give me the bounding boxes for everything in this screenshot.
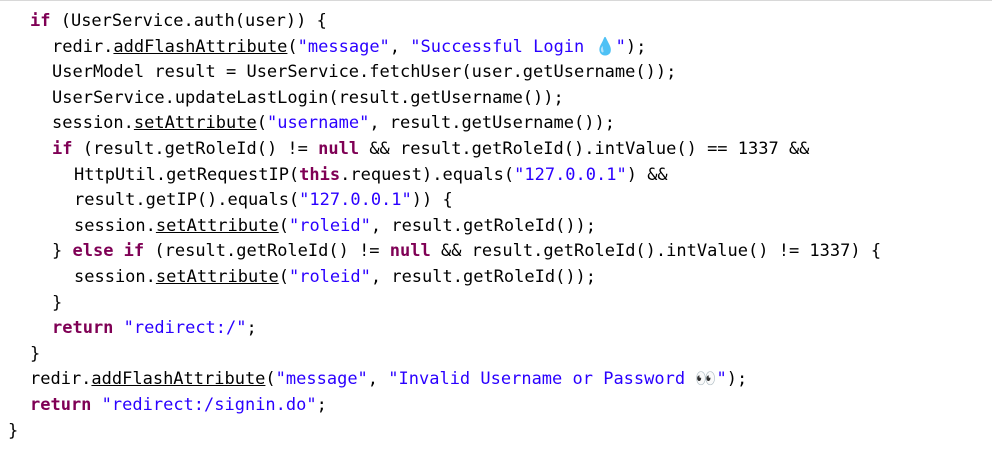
code-token: UserModel result = UserService.fetchUser… (52, 62, 677, 83)
code-token: , result.getUsername()); (369, 113, 615, 134)
code-token: ; (316, 394, 327, 415)
code-token: ( (278, 266, 289, 287)
code-line: UserService.updateLastLogin(result.getUs… (0, 86, 992, 112)
code-line: redir.addFlashAttribute("message", "Succ… (0, 35, 992, 61)
code-token: (UserService.auth(user)) { (50, 11, 327, 31)
keyword-token: null (318, 138, 360, 159)
method-token: addFlashAttribute (91, 369, 266, 390)
code-line: } (0, 291, 992, 317)
code-editor[interactable]: if (UserService.auth(user)) {redir.addFl… (0, 0, 992, 461)
keyword-token: null (389, 241, 431, 262)
string-token: "message" (275, 369, 368, 390)
method-token: setAttribute (133, 113, 257, 134)
code-token: )) { (411, 190, 453, 211)
code-token: } (52, 292, 63, 313)
string-token: "message" (297, 36, 390, 57)
string-token: "127.0.0.1" (299, 190, 412, 211)
code-line: session.setAttribute("roleid", result.ge… (0, 214, 992, 240)
code-token: } (52, 241, 73, 262)
code-line: } else if (result.getRoleId() != null &&… (0, 239, 992, 265)
keyword-token: if (52, 138, 73, 159)
code-token: ; (246, 318, 257, 339)
method-token: addFlashAttribute (113, 36, 288, 57)
code-token: (result.getRoleId() != (144, 241, 390, 262)
code-token: , result.getRoleId()); (370, 215, 597, 236)
code-token: session. (74, 215, 156, 236)
code-token: ( (287, 36, 298, 57)
string-token: "Successful Login 💧" (410, 36, 626, 57)
code-token: session. (52, 113, 134, 134)
keyword-token: this (299, 164, 341, 185)
code-token: ( (265, 369, 276, 390)
string-token: "roleid" (288, 266, 371, 287)
code-token: session. (74, 266, 156, 287)
code-token: UserService.updateLastLogin(result.getUs… (52, 87, 564, 108)
code-token: , (389, 36, 411, 57)
code-line: session.setAttribute("roleid", result.ge… (0, 265, 992, 291)
code-token: && result.getRoleId().intValue() == 1337… (359, 138, 810, 159)
keyword-token: else if (72, 241, 145, 262)
code-token: (result.getRoleId() != (72, 138, 319, 159)
code-token: redir. (30, 369, 92, 390)
code-line: } (0, 419, 992, 445)
code-line: redir.addFlashAttribute("message", "Inva… (0, 367, 992, 393)
code-token: result.getIP().equals( (74, 190, 300, 211)
code-line: if (result.getRoleId() != null && result… (0, 137, 992, 163)
code-line: } (0, 342, 992, 368)
string-token: "Invalid Username or Password 👀" (388, 369, 727, 390)
string-token: "roleid" (288, 215, 371, 236)
method-token: setAttribute (155, 266, 279, 287)
keyword-token: if (30, 11, 51, 31)
code-token: .request).equals( (340, 164, 515, 185)
method-token: setAttribute (155, 215, 279, 236)
code-token: && result.getRoleId().intValue() != 1337… (430, 241, 882, 262)
string-token: "username" (266, 113, 370, 134)
code-token: } (30, 343, 41, 364)
keyword-token: return (52, 318, 114, 339)
code-line: if (UserService.auth(user)) { (0, 9, 992, 35)
code-line: session.setAttribute("username", result.… (0, 111, 992, 137)
code-token: ); (726, 369, 748, 390)
code-line: return "redirect:/"; (0, 316, 992, 342)
code-token: ( (256, 113, 267, 134)
code-token: ( (278, 215, 289, 236)
string-token: "redirect:/signin.do" (101, 394, 317, 415)
keyword-token: return (30, 394, 92, 415)
code-token: } (8, 420, 19, 441)
code-token: , result.getRoleId()); (370, 266, 597, 287)
code-token: redir. (52, 36, 114, 57)
code-line: HttpUtil.getRequestIP(this.request).equa… (0, 163, 992, 189)
code-line: return "redirect:/signin.do"; (0, 393, 992, 419)
string-token: "redirect:/" (123, 318, 247, 339)
code-token: HttpUtil.getRequestIP( (74, 164, 300, 185)
code-token: ); (625, 36, 647, 57)
code-line: UserModel result = UserService.fetchUser… (0, 60, 992, 86)
string-token: "127.0.0.1" (514, 164, 627, 185)
code-token: ) && (626, 164, 668, 185)
code-token: , (367, 369, 389, 390)
code-line: result.getIP().equals("127.0.0.1")) { (0, 188, 992, 214)
